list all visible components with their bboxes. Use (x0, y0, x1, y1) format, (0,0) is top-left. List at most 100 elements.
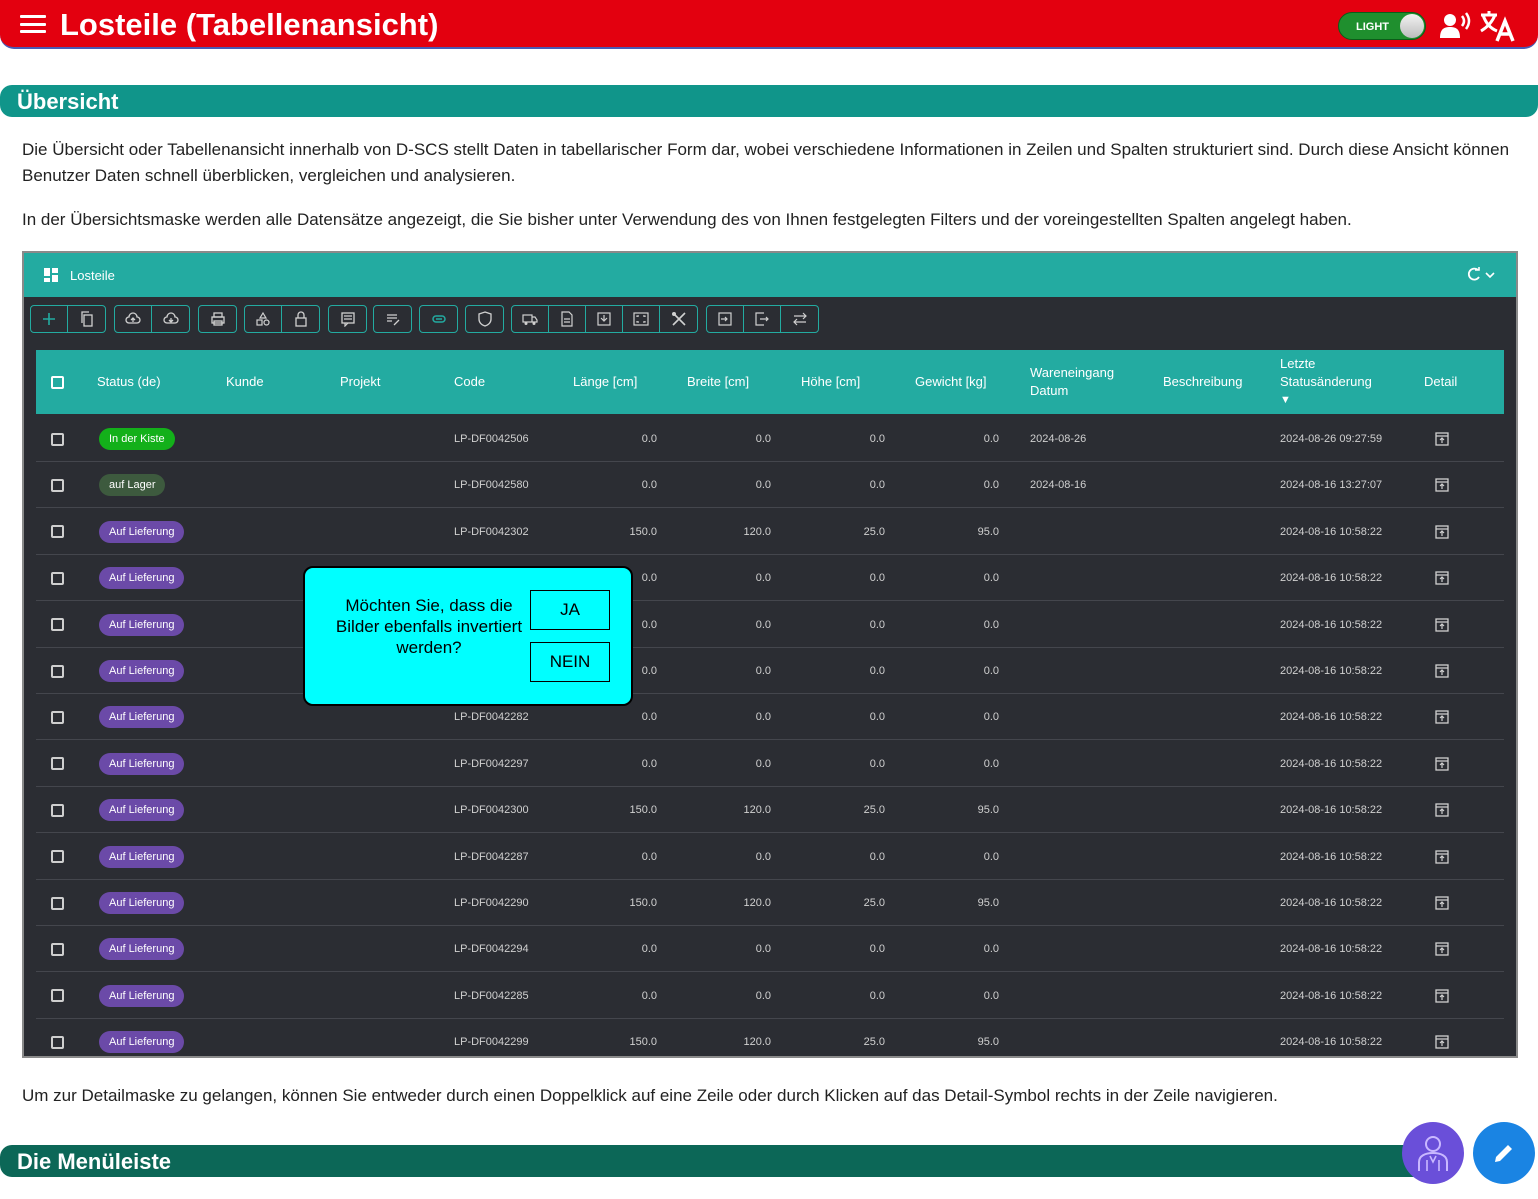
shield-button[interactable] (466, 306, 503, 332)
col-beschreibung[interactable]: Beschreibung (1163, 350, 1243, 414)
yes-button[interactable]: JA (530, 590, 610, 630)
menu-icon[interactable] (20, 15, 46, 33)
col-gewicht[interactable]: Gewicht [kg] (915, 350, 987, 414)
col-hoehe[interactable]: Höhe [cm] (801, 350, 860, 414)
status-badge: auf Lager (99, 474, 166, 497)
table-row[interactable]: In der Kiste LP-DF0042506 0.0 0.0 0.0 0.… (36, 416, 1504, 462)
document-button[interactable] (549, 306, 586, 332)
logout-button[interactable] (744, 306, 781, 332)
row-checkbox[interactable] (51, 462, 64, 508)
table-row[interactable]: Auf Lieferung LP-DF0042297 0.0 0.0 0.0 0… (36, 741, 1504, 787)
hoehe-cell: 25.0 (863, 525, 885, 538)
status-cell: auf Lager (99, 462, 166, 508)
select-all-checkbox[interactable] (51, 350, 64, 414)
col-wareneingang[interactable]: Wareneingang Datum (1030, 350, 1114, 414)
table-row[interactable]: auf Lager LP-DF0042580 0.0 0.0 0.0 0.0 2… (36, 462, 1504, 509)
shapes-button[interactable] (245, 306, 282, 332)
row-checkbox[interactable] (51, 926, 64, 972)
row-checkbox[interactable] (51, 1019, 64, 1056)
hoehe-cell: 0.0 (869, 850, 885, 863)
comment-button[interactable] (329, 306, 366, 332)
col-breite[interactable]: Breite [cm] (687, 350, 749, 414)
col-status[interactable]: Status (de) (97, 350, 161, 414)
row-checkbox[interactable] (51, 694, 64, 740)
table-row[interactable]: Auf Lieferung LP-DF0042300 150.0 120.0 2… (36, 787, 1504, 834)
lock-button[interactable] (282, 306, 319, 332)
row-checkbox[interactable] (51, 416, 64, 462)
refresh-icon[interactable] (1466, 267, 1496, 283)
edit-list-button[interactable] (374, 306, 411, 332)
letzte-cell: 2024-08-16 10:58:22 (1280, 943, 1383, 956)
theme-toggle[interactable]: LIGHT (1338, 12, 1426, 40)
detail-button[interactable] (1435, 741, 1449, 787)
detail-button[interactable] (1435, 694, 1449, 740)
row-checkbox[interactable] (51, 973, 64, 1019)
cloud-upload-button[interactable] (115, 306, 152, 332)
detail-button[interactable] (1435, 555, 1449, 601)
row-checkbox[interactable] (51, 880, 64, 926)
status-cell: Auf Lieferung (99, 648, 185, 694)
cloud-download-button[interactable] (152, 306, 189, 332)
row-checkbox[interactable] (51, 648, 64, 694)
table-row[interactable]: Auf Lieferung LP-DF0042294 0.0 0.0 0.0 0… (36, 926, 1504, 973)
code-cell: LP-DF0042302 (454, 525, 529, 538)
table-row[interactable]: Auf Lieferung LP-DF0042287 0.0 0.0 0.0 0… (36, 834, 1504, 880)
detail-button[interactable] (1435, 1019, 1449, 1056)
translate-icon[interactable] (1479, 9, 1515, 43)
row-checkbox[interactable] (51, 787, 64, 833)
table-row[interactable]: Auf Lieferung LP-DF0042299 150.0 120.0 2… (36, 1019, 1504, 1056)
laenge-cell: 0.0 (641, 850, 657, 863)
open-detail-icon (1435, 942, 1449, 957)
swap-button[interactable] (781, 306, 818, 332)
detail-button[interactable] (1435, 602, 1449, 648)
breite-cell: 120.0 (743, 525, 771, 538)
table-row[interactable]: Auf Lieferung LP-DF0042282 0.0 0.0 0.0 0… (36, 694, 1504, 741)
status-cell: Auf Lieferung (99, 834, 185, 880)
hoehe-cell: 0.0 (869, 665, 885, 677)
no-button[interactable]: NEIN (530, 642, 610, 682)
row-checkbox[interactable] (51, 555, 64, 601)
detail-button[interactable] (1435, 880, 1449, 926)
row-checkbox[interactable] (51, 602, 64, 648)
detail-button[interactable] (1435, 462, 1449, 508)
speaker-icon[interactable] (1440, 11, 1474, 39)
row-checkbox[interactable] (51, 741, 64, 787)
table-row[interactable]: Auf Lieferung 0.0 0.0 0.0 0.0 2024-08-16… (36, 648, 1504, 694)
detail-button[interactable] (1435, 509, 1449, 555)
status-cell: Auf Lieferung (99, 787, 185, 833)
col-letzte-statusaenderung[interactable]: Letzte Statusänderung ▼ (1280, 350, 1372, 414)
detail-button[interactable] (1435, 787, 1449, 833)
import-button[interactable] (586, 306, 623, 332)
copy-button[interactable] (68, 306, 105, 332)
col-laenge[interactable]: Länge [cm] (573, 350, 637, 414)
fullscreen-button[interactable] (623, 306, 660, 332)
download-tray-icon (597, 312, 611, 326)
table-row[interactable]: Auf Lieferung 0.0 0.0 0.0 0.0 2024-08-16… (36, 555, 1504, 602)
col-projekt[interactable]: Projekt (340, 350, 380, 414)
col-kunde[interactable]: Kunde (226, 350, 264, 414)
assistant-button[interactable] (1402, 1122, 1464, 1184)
table-row[interactable]: Auf Lieferung LP-DF0042290 150.0 120.0 2… (36, 880, 1504, 926)
truck-button[interactable] (512, 306, 549, 332)
detail-button[interactable] (1435, 834, 1449, 880)
attach-button[interactable] (420, 306, 457, 332)
status-cell: Auf Lieferung (99, 555, 185, 601)
open-detail-icon (1435, 432, 1449, 446)
edit-button[interactable] (1473, 1122, 1535, 1184)
add-button[interactable] (31, 306, 68, 332)
print-button[interactable] (199, 306, 236, 332)
table-row[interactable]: Auf Lieferung 0.0 0.0 0.0 0.0 2024-08-16… (36, 602, 1504, 648)
table-row[interactable]: Auf Lieferung LP-DF0042302 150.0 120.0 2… (36, 509, 1504, 555)
open-detail-icon (1435, 757, 1449, 771)
tools-button[interactable] (660, 306, 697, 332)
detail-button[interactable] (1435, 416, 1449, 462)
detail-button[interactable] (1435, 926, 1449, 972)
detail-button[interactable] (1435, 973, 1449, 1019)
table-row[interactable]: Auf Lieferung LP-DF0042285 0.0 0.0 0.0 0… (36, 973, 1504, 1019)
detail-button[interactable] (1435, 648, 1449, 694)
col-code[interactable]: Code (454, 350, 485, 414)
row-checkbox[interactable] (51, 509, 64, 555)
row-checkbox[interactable] (51, 834, 64, 880)
letzte-cell: 2024-08-16 10:58:22 (1280, 525, 1383, 538)
login-button[interactable] (707, 306, 744, 332)
